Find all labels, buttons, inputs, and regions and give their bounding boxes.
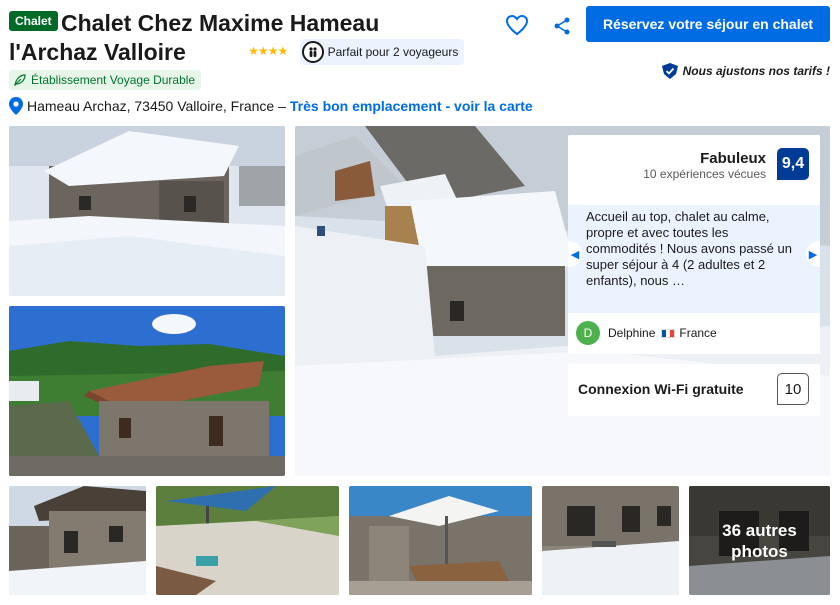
thumb-photo-4[interactable] [542,486,679,595]
address-line: Hameau Archaz, 73450 Valloire, France – … [9,96,533,116]
sustainability-label: Établissement Voyage Durable [31,73,196,87]
share-icon[interactable] [552,16,572,36]
carousel-prev-button[interactable]: ◀ [568,241,582,267]
facility-score-badge: 10 [777,373,809,405]
thumb-photo-3[interactable] [349,486,532,595]
thumb-photo-1[interactable] [9,486,146,595]
photo-chalet-summer[interactable] [9,306,285,476]
reviewer-info: D Delphine France [576,321,717,345]
traveler-chip-label: Parfait pour 2 voyageurs [327,44,459,59]
map-link[interactable]: Très bon emplacement - voir la carte [290,96,533,116]
photo-chalet-snow[interactable] [9,126,285,296]
more-photos-overlay[interactable]: 36 autres photos [689,486,830,595]
more-photos-label: 36 autres photos [722,520,797,561]
sustainability-badge[interactable]: Établissement Voyage Durable [9,70,202,90]
review-text: Accueil au top, chalet au calme, propre … [586,209,792,288]
shield-check-icon [661,63,678,79]
carousel-next-button[interactable]: ▶ [806,241,820,267]
address-text: Hameau Archaz, 73450 Valloire, France – [27,98,286,114]
reviewer-country: France [679,326,717,340]
score-word: Fabuleux [700,150,766,167]
review-carousel: Accueil au top, chalet au calme, propre … [568,205,820,313]
thumb-photo-5-more[interactable]: 36 autres photos [689,486,830,595]
france-flag-icon [661,328,676,338]
map-pin-icon [9,97,23,115]
leaf-icon [14,74,26,86]
facility-score-panel[interactable]: Connexion Wi-Fi gratuite 10 [568,364,820,416]
chevron-left-icon: ◀ [570,248,580,261]
price-match-label: Nous ajustons nos tarifs ! [682,64,830,78]
facility-label: Connexion Wi-Fi gratuite [578,381,744,397]
property-type-badge: Chalet [9,11,58,31]
thumb-photo-2[interactable] [156,486,339,595]
score-header[interactable]: Fabuleux 10 expériences vécues 9,4 [568,135,820,195]
score-badge: 9,4 [777,148,809,180]
star-rating: ★★★★ [248,44,288,59]
people-icon [301,40,324,63]
score-count: 10 expériences vécues [643,167,766,181]
price-match-notice[interactable]: Nous ajustons nos tarifs ! [661,63,830,79]
review-panel: Fabuleux 10 expériences vécues 9,4 Accue… [568,135,820,354]
property-title: Chalet Chez Maxime Hameau l'Archaz Vallo… [9,9,469,68]
book-button[interactable]: Réservez votre séjour en chalet [586,6,830,42]
avatar: D [576,321,600,345]
heart-icon[interactable] [505,13,529,37]
traveler-chip[interactable]: Parfait pour 2 voyageurs [299,38,465,65]
chevron-right-icon: ▶ [808,248,818,261]
reviewer-name: Delphine [608,326,656,340]
